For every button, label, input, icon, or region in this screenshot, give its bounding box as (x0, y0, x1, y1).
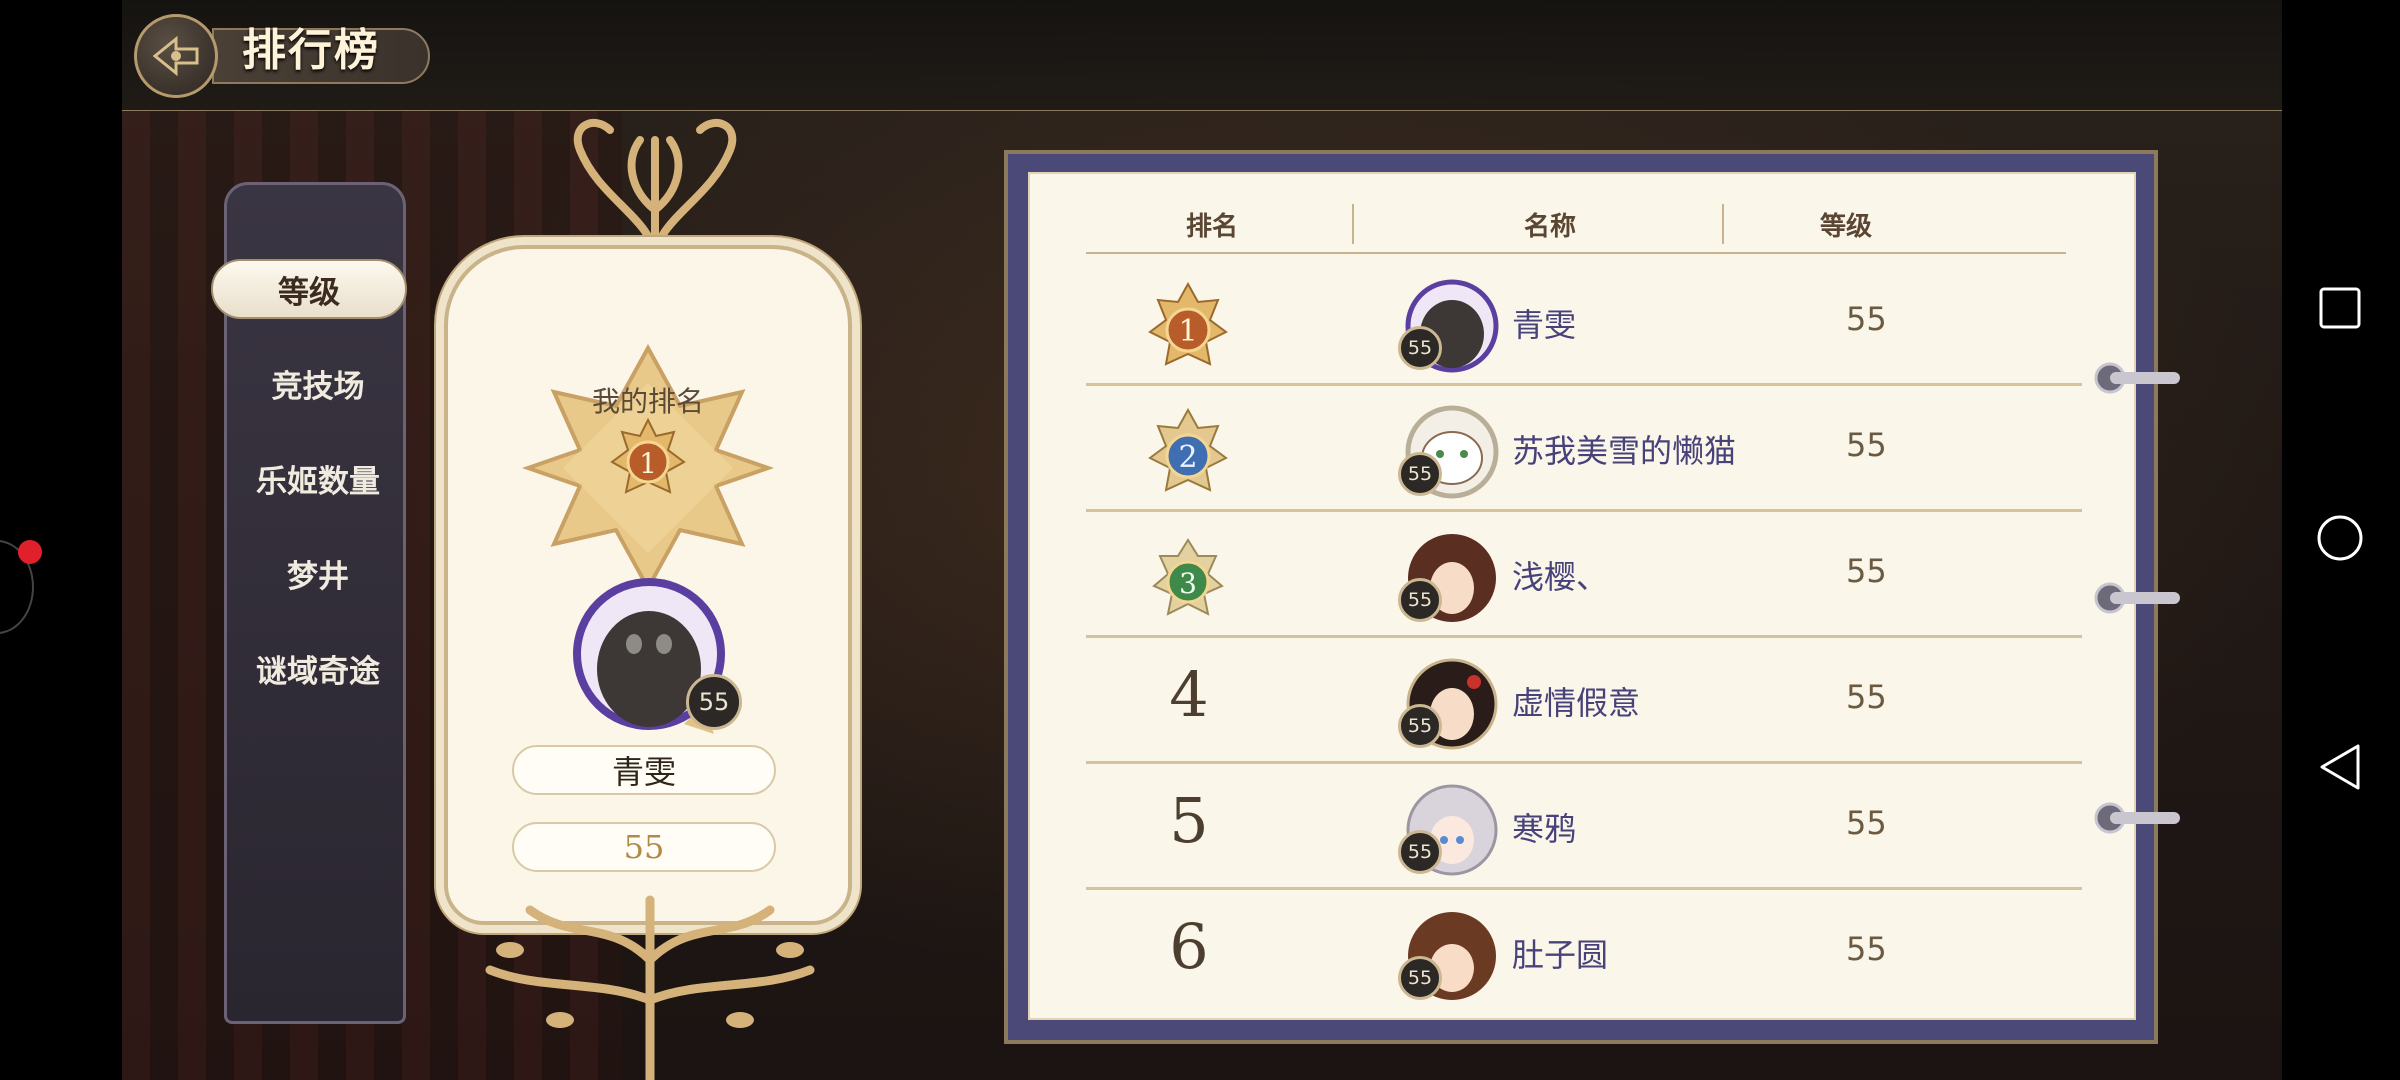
back-button[interactable] (134, 14, 218, 98)
back-arrow-icon (152, 35, 199, 77)
player-level-badge: 55 (686, 674, 742, 730)
rank-number: 5 (1169, 784, 1209, 857)
avatar-level-badge: 55 (1398, 326, 1442, 370)
table-row[interactable]: 5 55 寒鸦 55 (1086, 764, 2082, 890)
player-name: 青雯 (1512, 306, 1577, 344)
circle-icon[interactable] (2316, 514, 2364, 562)
header-divider (1086, 252, 2066, 254)
svg-text:1: 1 (639, 447, 657, 480)
player-name: 虚情假意 (1512, 684, 1641, 722)
ranking-page: 排名 名称 等级 1 55 青雯 55 2 55 苏我美雪的懒猫 55 3 55… (1028, 172, 2136, 1020)
tab-arena[interactable]: 竞技场 (207, 353, 429, 413)
tree-ornament-top (573, 118, 737, 260)
page-title: 排行榜 (242, 25, 380, 76)
binder-ring (2094, 362, 2180, 394)
player-level: 55 (512, 822, 776, 872)
table-row[interactable]: 6 55 肚子圆 55 (1086, 890, 2082, 1016)
player-level: 55 (1846, 804, 1887, 842)
tree-ornament-bottom (485, 895, 815, 1080)
rank-number: 6 (1169, 910, 1209, 983)
tab-level[interactable]: 等级 (211, 259, 407, 319)
table-header: 排名 名称 等级 (1030, 174, 2134, 264)
avatar-level-badge: 55 (1398, 704, 1442, 748)
column-divider (1352, 204, 1354, 244)
rank-number: 4 (1169, 658, 1209, 731)
player-name: 浅樱、 (1512, 558, 1609, 596)
player-level: 55 (1846, 678, 1887, 716)
triangle-icon[interactable] (2318, 742, 2362, 792)
tab-mystery-journey[interactable]: 谜域奇途 (207, 638, 429, 698)
player-level: 55 (1846, 930, 1887, 968)
gold-medal-icon: 1 (610, 418, 686, 494)
binder-ring (2094, 802, 2180, 834)
bronze-medal-icon: 3 (1152, 538, 1224, 616)
avatar-level-badge: 55 (1398, 452, 1442, 496)
player-name: 苏我美雪的懒猫 (1512, 432, 1737, 470)
player-level: 55 (1846, 552, 1887, 590)
column-rank: 排名 (1186, 212, 1239, 242)
my-rank-label: 我的排名 (591, 385, 704, 418)
table-row[interactable]: 1 55 青雯 55 (1086, 260, 2082, 386)
table-row[interactable]: 2 55 苏我美雪的懒猫 55 (1086, 386, 2082, 512)
silver-medal-icon: 2 (1148, 408, 1228, 492)
svg-text:1: 1 (1178, 314, 1197, 349)
player-name: 青雯 (512, 745, 776, 795)
table-row[interactable]: 3 55 浅樱、 55 (1086, 512, 2082, 638)
top-bar: 排行榜 (122, 0, 2282, 111)
player-level: 55 (1846, 426, 1887, 464)
column-level: 等级 (1820, 212, 1873, 242)
tab-idol-count[interactable]: 乐姬数量 (207, 448, 429, 508)
category-tabs: 等级 竞技场 乐姬数量 梦井 谜域奇途 (211, 182, 407, 1024)
player-name: 肚子圆 (1512, 936, 1609, 974)
player-level: 55 (1846, 300, 1887, 338)
avatar-level-badge: 55 (1398, 830, 1442, 874)
table-row[interactable]: 4 55 虚情假意 55 (1086, 638, 2082, 764)
avatar-level-badge: 55 (1398, 578, 1442, 622)
notification-dot (18, 540, 42, 564)
svg-text:3: 3 (1179, 567, 1197, 600)
svg-text:2: 2 (1178, 440, 1197, 475)
tab-dream-well[interactable]: 梦井 (207, 543, 429, 603)
avatar-level-badge: 55 (1398, 956, 1442, 1000)
column-name: 名称 (1524, 212, 1577, 242)
player-name: 寒鸦 (1512, 810, 1577, 848)
gold-medal-icon: 1 (1148, 282, 1228, 366)
binder-ring (2094, 582, 2180, 614)
column-divider (1722, 204, 1724, 244)
square-icon[interactable] (2318, 286, 2362, 330)
